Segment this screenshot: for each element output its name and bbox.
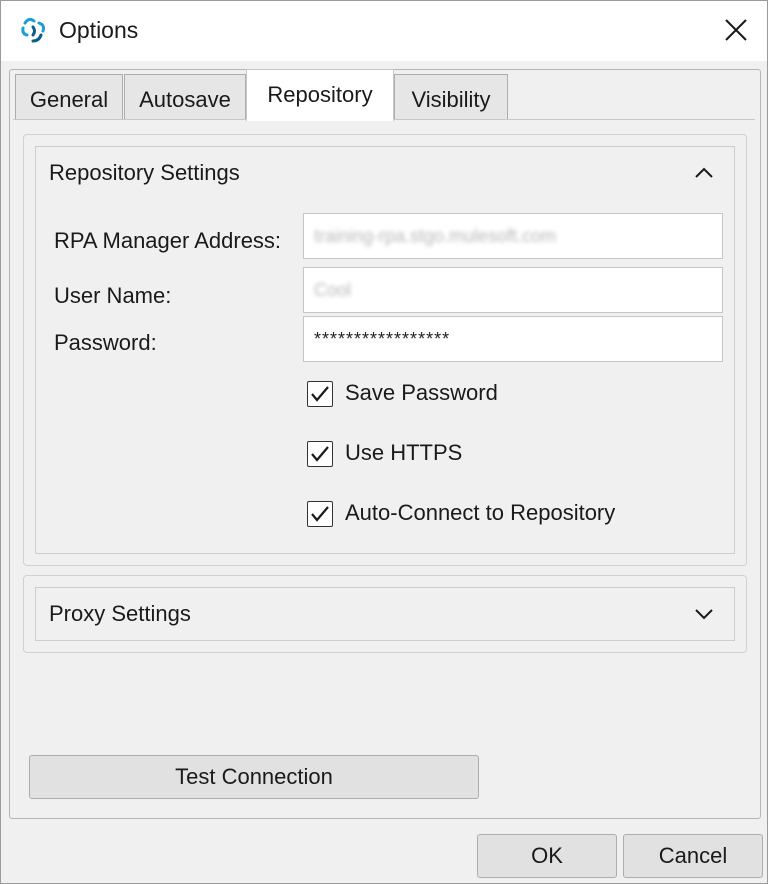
chevron-down-icon[interactable] (693, 603, 715, 625)
tab-general-label: General (29, 87, 109, 112)
proxy-settings-header: Proxy Settings (49, 601, 191, 626)
tab-autosave-label: Autosave (139, 87, 231, 112)
tab-autosave[interactable]: Autosave (124, 74, 246, 120)
repository-settings-header: Repository Settings (49, 160, 240, 185)
auto-connect-checkbox[interactable] (307, 501, 333, 527)
address-field[interactable]: training-rpa.stgo.mulesoft.com (303, 213, 723, 259)
cancel-button[interactable]: Cancel (623, 834, 763, 878)
test-connection-button[interactable]: Test Connection (29, 755, 479, 799)
save-password-label: Save Password (345, 380, 498, 405)
tab-visibility[interactable]: Visibility (394, 74, 508, 120)
password-label: Password: (54, 330, 157, 355)
cancel-label: Cancel (658, 843, 728, 868)
tab-visibility-label: Visibility (411, 87, 491, 112)
chevron-up-icon[interactable] (693, 162, 715, 184)
use-https-label: Use HTTPS (345, 440, 463, 465)
title-bar: Options (1, 1, 767, 61)
test-connection-label: Test Connection (175, 764, 333, 789)
username-field[interactable]: Cool (303, 267, 723, 313)
ok-button[interactable]: OK (477, 834, 617, 878)
password-field[interactable]: ***************** (303, 316, 723, 362)
window-title: Options (59, 17, 139, 43)
checkmark-icon (311, 506, 329, 522)
tab-general[interactable]: General (15, 74, 123, 120)
username-label: User Name: (54, 283, 172, 308)
tab-repository-label: Repository (267, 82, 373, 107)
address-label: RPA Manager Address: (54, 228, 282, 253)
address-value: training-rpa.stgo.mulesoft.com (314, 226, 557, 246)
options-dialog: Options General Autosave Repository Visi… (0, 0, 768, 884)
auto-connect-label: Auto-Connect to Repository (345, 500, 616, 525)
use-https-checkbox[interactable] (307, 441, 333, 467)
checkmark-icon (311, 446, 329, 462)
username-value: Cool (314, 280, 352, 300)
password-value: ***************** (314, 329, 451, 349)
app-logo-icon (21, 17, 45, 43)
ok-label: OK (531, 843, 563, 868)
save-password-checkbox[interactable] (307, 381, 333, 407)
close-icon[interactable] (713, 9, 757, 53)
checkmark-icon (311, 386, 329, 402)
tab-repository[interactable]: Repository (246, 69, 394, 121)
